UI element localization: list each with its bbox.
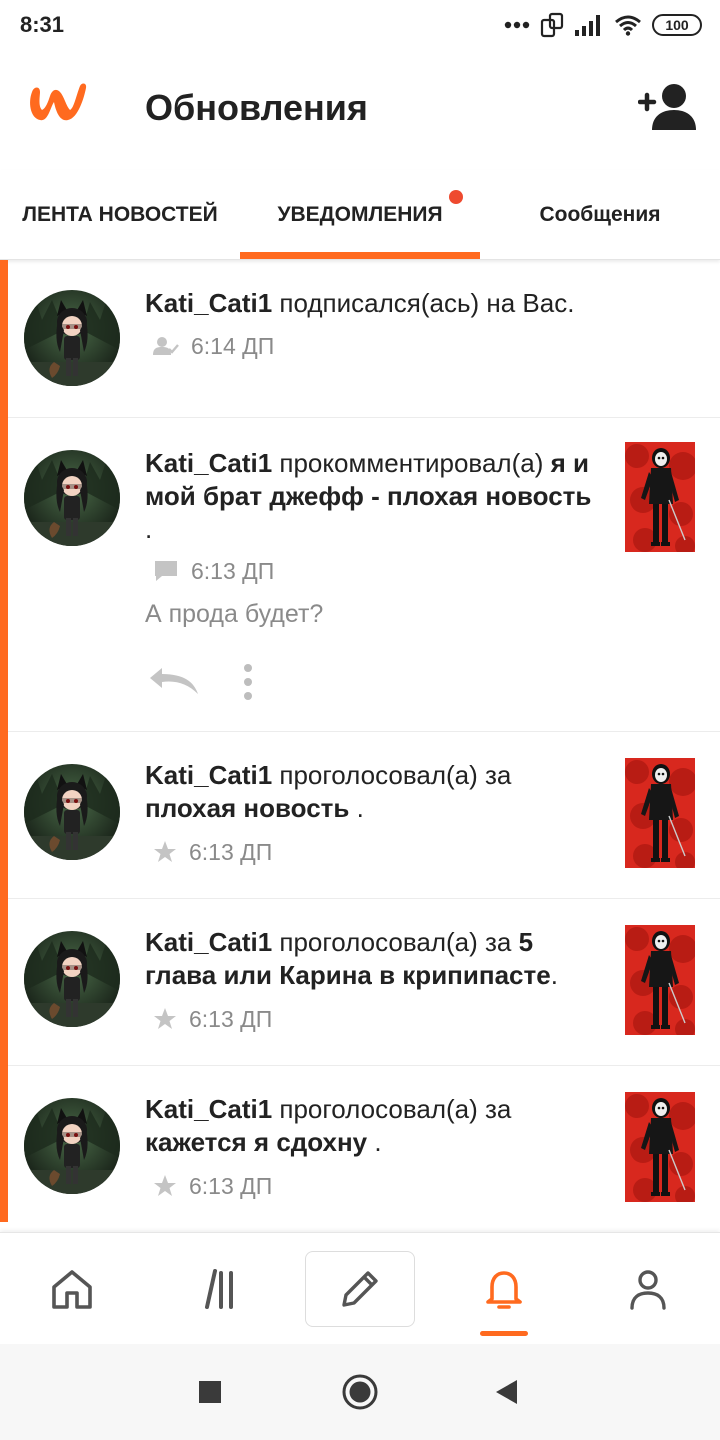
notification-badge — [449, 190, 463, 204]
star-icon — [154, 1175, 176, 1196]
active-nav-indicator — [480, 1331, 528, 1336]
circle-icon — [342, 1374, 378, 1410]
list-item[interactable]: Kati_Cati1 прокомментировал(а) я и мой б… — [8, 418, 720, 732]
action-text: проголосовал(а) за — [272, 927, 519, 957]
notification-time: 6:13 ДП — [191, 557, 275, 584]
username[interactable]: Kati_Cati1 — [145, 1094, 272, 1124]
suffix-text: . — [145, 514, 153, 544]
recent-apps-button[interactable] — [190, 1372, 230, 1412]
action-text: проголосовал(а) за — [272, 760, 512, 790]
tab-news-feed[interactable]: ЛЕНТА НОВОСТЕЙ — [0, 170, 240, 260]
comment-text: А прода будет? — [145, 600, 324, 628]
avatar[interactable] — [24, 450, 120, 546]
notification-meta: 6:13 ДП — [153, 837, 272, 867]
tab-notifications[interactable]: УВЕДОМЛЕНИЯ — [240, 170, 480, 260]
home-button[interactable] — [340, 1372, 380, 1412]
home-icon — [52, 1270, 92, 1309]
notification-meta: 6:14 ДП — [153, 331, 274, 361]
list-item[interactable]: Kati_Cati1 проголосовал(а) за 5 глава ил… — [8, 899, 720, 1066]
app-header: Обновления — [0, 52, 720, 170]
avatar[interactable] — [24, 290, 120, 386]
suffix-text: . — [349, 793, 364, 823]
add-user-icon[interactable] — [638, 80, 698, 134]
story-cover[interactable] — [625, 1092, 695, 1202]
unread-indicator-rail — [0, 260, 8, 1222]
square-icon — [199, 1381, 221, 1403]
notification-time: 6:13 ДП — [189, 1172, 273, 1199]
tab-bar: ЛЕНТА НОВОСТЕЙ УВЕДОМЛЕНИЯ Сообщения — [0, 170, 720, 260]
list-item[interactable]: Kati_Cati1 подписался(ась) на Вас. 6:14 … — [8, 260, 720, 418]
nav-profile[interactable] — [593, 1251, 703, 1327]
star-icon — [154, 1008, 176, 1029]
active-tab-indicator — [240, 252, 480, 259]
notification-meta: 6:13 ДП — [153, 1171, 272, 1201]
suffix-text: . — [367, 1127, 382, 1157]
username[interactable]: Kati_Cati1 — [145, 760, 272, 790]
notification-text: Kati_Cati1 проголосовал(а) за кажется я … — [145, 1093, 595, 1159]
comment-icon — [155, 561, 177, 581]
nav-library[interactable] — [162, 1251, 272, 1327]
story-title[interactable]: плохая новость — [145, 793, 349, 823]
notification-time: 6:13 ДП — [189, 838, 273, 865]
avatar[interactable] — [24, 764, 120, 860]
notification-text: Kati_Cati1 проголосовал(а) за 5 глава ил… — [145, 926, 595, 992]
bottom-navigation — [0, 1232, 720, 1344]
page-title: Обновления — [145, 87, 368, 128]
story-cover[interactable] — [625, 442, 695, 552]
notification-text: Kati_Cati1 подписался(ась) на Вас. — [145, 287, 705, 320]
action-text: прокомментировал(а) — [272, 448, 544, 478]
back-button[interactable] — [486, 1372, 526, 1412]
notification-meta: 6:13 ДП — [153, 1004, 272, 1034]
wattpad-logo[interactable] — [24, 80, 90, 130]
list-item[interactable]: Kati_Cati1 проголосовал(а) за плохая нов… — [8, 732, 720, 899]
suffix-text: . — [550, 960, 558, 990]
signal-icon — [575, 15, 600, 36]
more-options-icon[interactable] — [236, 662, 260, 702]
avatar[interactable] — [24, 931, 120, 1027]
notification-meta: 6:13 ДП — [153, 556, 274, 586]
action-text: проголосовал(а) за — [272, 1094, 512, 1124]
notification-text: Kati_Cati1 прокомментировал(а) я и мой б… — [145, 447, 595, 546]
nav-notifications[interactable] — [449, 1251, 559, 1327]
story-cover[interactable] — [625, 925, 695, 1035]
more-dots-icon — [504, 21, 530, 29]
list-item[interactable]: Kati_Cati1 проголосовал(а) за кажется я … — [8, 1066, 720, 1232]
notification-text: Kati_Cati1 проголосовал(а) за плохая нов… — [145, 759, 595, 825]
screen-rotate-icon — [540, 12, 564, 38]
profile-icon — [630, 1270, 666, 1310]
wifi-icon — [615, 15, 641, 36]
write-icon — [342, 1271, 378, 1307]
notification-time: 6:14 ДП — [191, 332, 275, 359]
status-bar: 8:31 100 — [0, 0, 720, 52]
tab-messages[interactable]: Сообщения — [480, 170, 720, 260]
username[interactable]: Kati_Cati1 — [145, 927, 272, 957]
status-time: 8:31 — [20, 12, 65, 37]
notification-time: 6:13 ДП — [189, 1005, 273, 1032]
nav-write[interactable] — [305, 1251, 415, 1327]
battery-icon: 100 — [652, 14, 702, 36]
follow-icon — [153, 337, 179, 355]
action-text: подписался(ась) на Вас. — [272, 288, 575, 318]
story-cover[interactable] — [625, 758, 695, 868]
status-icons: 100 — [504, 10, 702, 40]
notifications-bell-icon — [486, 1271, 522, 1309]
system-navigation-bar — [0, 1344, 720, 1440]
reply-icon[interactable] — [148, 664, 202, 698]
username[interactable]: Kati_Cati1 — [145, 448, 272, 478]
nav-home[interactable] — [17, 1251, 127, 1327]
story-title[interactable]: кажется я сдохну — [145, 1127, 367, 1157]
library-icon — [205, 1269, 233, 1309]
star-icon — [154, 841, 176, 862]
back-triangle-icon — [496, 1380, 517, 1404]
username[interactable]: Kati_Cati1 — [145, 288, 272, 318]
avatar[interactable] — [24, 1098, 120, 1194]
